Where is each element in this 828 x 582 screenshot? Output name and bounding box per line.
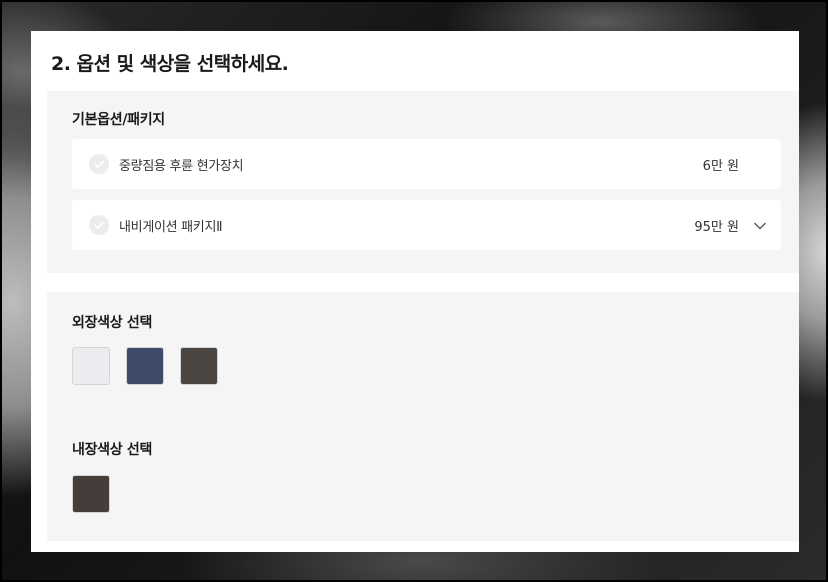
exterior-color-title: 외장색상 선택 [72,315,153,331]
options-section: 기본옵션/패키지 중량짐용 후륜 현가장치 6만 원 내비게이션 패키지Ⅱ 95… [47,91,799,273]
option-row-navigation-package[interactable]: 내비게이션 패키지Ⅱ 95만 원 [72,200,781,250]
interior-swatch-brown[interactable] [72,475,110,513]
page-title: 2. 옵션 및 색상을 선택하세요. [51,53,289,75]
option-label: 내비게이션 패키지Ⅱ [119,220,223,235]
exterior-swatch-darkbrown[interactable] [180,347,218,385]
option-label: 중량짐용 후륜 현가장치 [119,159,244,174]
option-row-suspension[interactable]: 중량짐용 후륜 현가장치 6만 원 [72,139,781,189]
exterior-swatch-white[interactable] [72,347,110,385]
check-circle-icon[interactable] [89,215,109,235]
options-section-title: 기본옵션/패키지 [72,112,165,128]
exterior-swatch-navy[interactable] [126,347,164,385]
color-section: 외장색상 선택 내장색상 선택 [47,292,799,541]
option-price: 6만 원 [702,159,739,174]
option-price: 95만 원 [694,220,739,235]
screen-frame: 2. 옵션 및 색상을 선택하세요. 기본옵션/패키지 중량짐용 후륜 현가장치… [0,0,828,582]
check-circle-icon[interactable] [89,154,109,174]
interior-color-title: 내장색상 선택 [72,442,153,458]
chevron-down-icon[interactable] [753,218,767,232]
option-selection-panel: 2. 옵션 및 색상을 선택하세요. 기본옵션/패키지 중량짐용 후륜 현가장치… [31,31,799,552]
